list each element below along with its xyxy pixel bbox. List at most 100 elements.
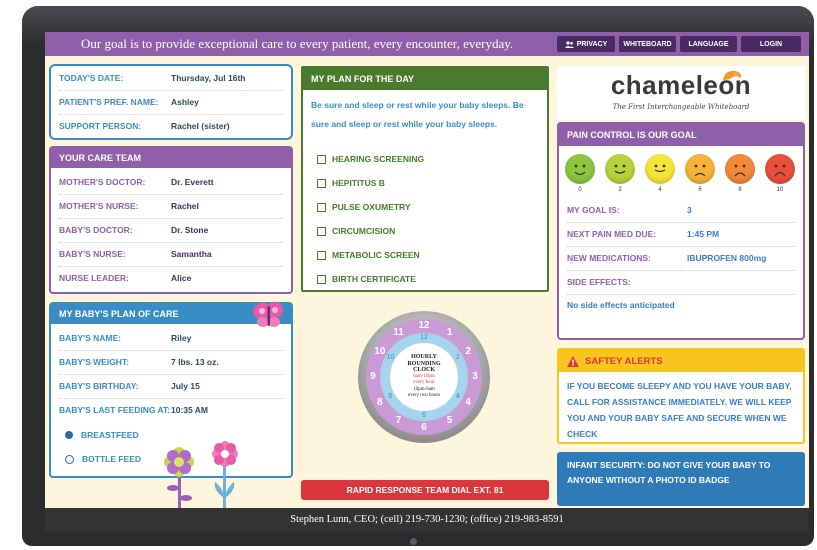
clock-inner-number: 6 (422, 412, 426, 419)
safety-alerts-panel: SAFTEY ALERTS IF YOU BECOME SLEEPY AND Y… (557, 348, 805, 444)
pain-label: MY GOAL IS: (567, 205, 620, 215)
rapid-response-banner[interactable]: RAPID RESPONSE TEAM DIAL EXT. 81 (301, 480, 549, 500)
clock-hour-number: 9 (370, 371, 376, 382)
checklist-item[interactable]: CIRCUMCISION (317, 226, 395, 236)
info-row-support: SUPPORT PERSON: Rachel (sister) (59, 114, 283, 138)
baby-value: Riley (171, 333, 192, 343)
checklist-label: BIRTH CERTIFICATE (332, 274, 416, 284)
clock-hour-number: 12 (418, 320, 430, 331)
bezel-button (410, 538, 417, 545)
checkbox[interactable] (317, 226, 326, 236)
checklist-label: HEARING SCREENING (332, 154, 425, 164)
pain-scale-number: 0 (578, 187, 582, 193)
pain-scale-number: 10 (776, 187, 784, 193)
care-label: BABY'S DOCTOR: (59, 225, 133, 235)
checklist-item[interactable]: HEARING SCREENING (317, 154, 424, 164)
info-value: Ashley (171, 97, 199, 107)
privacy-button[interactable]: PRIVACY (557, 36, 615, 52)
login-button[interactable]: LOGIN (741, 36, 801, 52)
pain-row: SIDE EFFECTS: (567, 270, 795, 295)
checklist-label: PULSE OXUMETRY (332, 202, 411, 212)
checklist-item[interactable]: PULSE OXUMETRY (317, 202, 411, 212)
side-effects-value: No side effects anticipated (567, 300, 675, 310)
pain-face-icon[interactable] (725, 154, 755, 184)
checkbox[interactable] (317, 154, 326, 164)
baby-row: BABY'S WEIGHT: 7 lbs. 13 oz. (59, 350, 283, 375)
pain-face-icon[interactable] (605, 154, 635, 184)
plan-day-panel: MY PLAN FOR THE DAY Be sure and sleep or… (301, 66, 549, 292)
pain-face-icon[interactable] (685, 154, 715, 184)
care-value: Samantha (171, 249, 212, 259)
checkbox[interactable] (317, 202, 326, 212)
logo-area: chameleon The First Interchangeable Whit… (557, 66, 805, 120)
plan-day-title: MY PLAN FOR THE DAY (303, 68, 547, 90)
baby-label: BABY'S BIRTHDAY: (59, 381, 139, 391)
clock-hour-number: 3 (472, 371, 478, 382)
bottle-feed-option[interactable]: BOTTLE FEED (65, 454, 141, 464)
breastfeed-option[interactable]: BREASTFEED (65, 430, 139, 440)
checkbox[interactable] (317, 178, 326, 188)
plan-day-text: Be sure and sleep or rest while your bab… (311, 100, 524, 129)
safety-text: IF YOU BECOME SLEEPY AND YOU HAVE YOUR B… (567, 381, 792, 439)
clock-inner-number: 12 (420, 334, 428, 341)
infant-security-text: INFANT SECURITY: DO NOT GIVE YOUR BABY T… (567, 460, 771, 485)
pain-scale-number: 2 (618, 187, 622, 193)
care-row: NURSE LEADER: Alice (59, 266, 283, 290)
privacy-label: PRIVACY (576, 40, 608, 48)
login-label: LOGIN (759, 40, 783, 48)
infant-security-banner: INFANT SECURITY: DO NOT GIVE YOUR BABY T… (557, 452, 805, 506)
checkbox[interactable] (317, 274, 326, 284)
flowers-icon (164, 441, 238, 510)
care-value: Dr. Everett (171, 177, 214, 187)
pain-value: IBUPROFEN 800mg (687, 253, 767, 263)
safety-title: SAFTEY ALERTS (585, 355, 663, 367)
clock-hour-number: 7 (395, 415, 402, 427)
pain-label: NEW MEDICATIONS: (567, 253, 651, 263)
care-label: MOTHER'S DOCTOR: (59, 177, 146, 187)
pain-row: NEXT PAIN MED DUE: 1:45 PM (567, 222, 795, 247)
baby-label: BABY'S LAST FEEDING AT: (59, 405, 171, 415)
care-row: MOTHER'S DOCTOR: Dr. Everett (59, 170, 283, 195)
checklist-item[interactable]: BIRTH CERTIFICATE (317, 274, 416, 284)
checklist-item[interactable]: HEPITITUS B (317, 178, 385, 188)
bottle-feed-label: BOTTLE FEED (82, 454, 142, 464)
radio-unselected[interactable] (65, 454, 74, 464)
checklist-label: CIRCUMCISION (332, 226, 396, 236)
baby-value: 7 lbs. 13 oz. (171, 357, 219, 367)
info-row-name: PATIENT'S PREF. NAME: Ashley (59, 90, 283, 115)
whiteboard-screen: Our goal is to provide exceptional care … (45, 32, 809, 532)
pain-control-panel: PAIN CONTROL IS OUR GOAL 0 2 4 6 8 10 MY GOAL… (557, 122, 805, 340)
pain-face-icon[interactable] (645, 154, 675, 184)
care-row: BABY'S NURSE: Samantha (59, 242, 283, 267)
baby-row: BABY'S NAME: Riley (59, 326, 283, 351)
checkbox[interactable] (317, 250, 326, 260)
pain-scale-number: 8 (738, 187, 742, 193)
clock-black-2: every two hours (407, 393, 441, 398)
info-label: TODAY'S DATE: (59, 73, 124, 83)
info-label: PATIENT'S PREF. NAME: (59, 97, 159, 107)
care-row: MOTHER'S NURSE: Rachel (59, 194, 283, 219)
logo-wordmark: chameleon (610, 70, 752, 100)
clock-caption: HOURLY ROUNDING CLOCK 6am-10pm every hou… (394, 354, 454, 400)
care-label: MOTHER'S NURSE: (59, 201, 139, 211)
care-label: BABY'S NURSE: (59, 249, 126, 259)
whiteboard-label: WHITEBOARD (623, 40, 672, 48)
warning-icon (567, 355, 579, 367)
butterfly-icon (253, 302, 283, 327)
checklist-item[interactable]: METABOLIC SCREEN (317, 250, 420, 260)
pain-row: MY GOAL IS: 3 (567, 198, 795, 223)
pain-scale-number: 6 (698, 187, 702, 193)
rounding-clock: 12 1 2 3 4 5 6 7 8 9 10 11 12 2 4 6 8 10 HOURLY ROUNDING… (357, 310, 491, 444)
care-team-panel: YOUR CARE TEAM MOTHER'S DOCTOR: Dr. Evere… (49, 146, 293, 294)
checklist-label: METABOLIC SCREEN (332, 250, 420, 260)
whiteboard-button[interactable]: WHITEBOARD (619, 36, 676, 52)
radio-selected[interactable] (65, 431, 73, 439)
baby-row: BABY'S BIRTHDAY: July 15 (59, 374, 283, 399)
pain-face-icon[interactable] (565, 154, 595, 184)
care-value: Dr. Stone (171, 225, 209, 235)
info-row-date: TODAY'S DATE: Thursday, Jul 16th (59, 66, 283, 91)
breastfeed-label: BREASTFEED (81, 430, 139, 440)
clock-hour-number: 11 (393, 326, 404, 338)
language-button[interactable]: LANGUAGE (680, 36, 737, 52)
pain-face-icon[interactable] (765, 154, 795, 184)
